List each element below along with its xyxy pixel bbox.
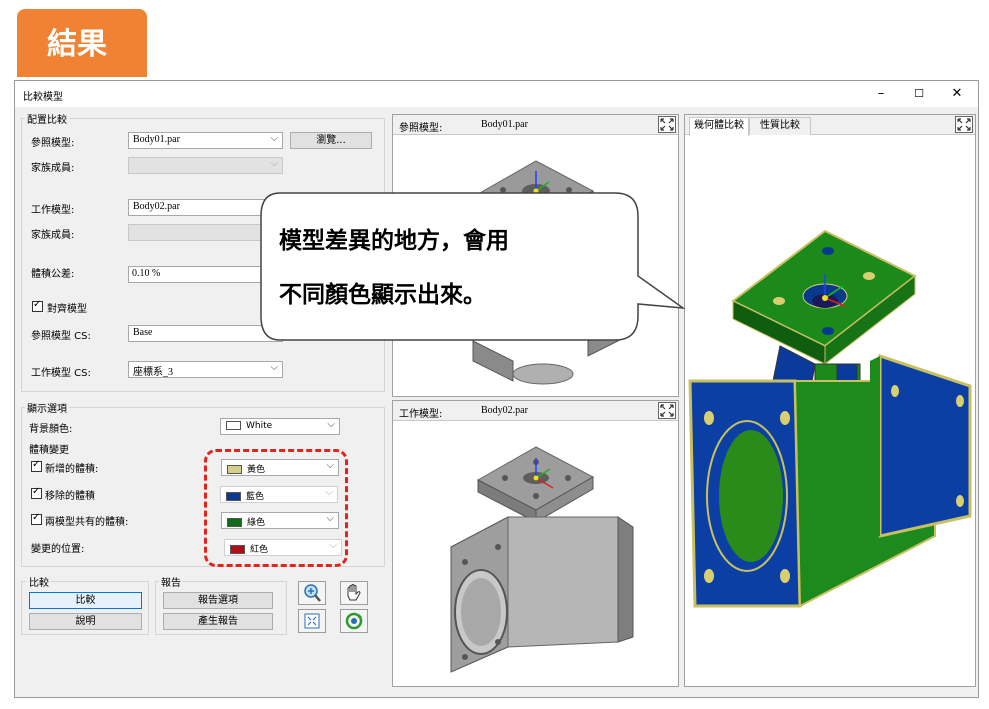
ref-cs-label: 參照模型 CS: xyxy=(31,331,91,342)
tolerance-value: 0.10 % xyxy=(132,268,161,279)
compare-models-window: 比較模型 – ☐ ✕ 配置比較 參照模型: Body01.par ⌵ 瀏覽...… xyxy=(14,80,979,698)
report-group-label: 報告 xyxy=(159,574,183,589)
pan-button[interactable] xyxy=(340,581,368,605)
added-volume-label: 新增的體積: xyxy=(45,464,99,475)
fit-view-icon xyxy=(304,613,320,629)
compare-button[interactable]: 比較 xyxy=(29,592,142,609)
bg-color-select[interactable]: White ⌵ xyxy=(220,418,340,435)
expand-view-button[interactable] xyxy=(658,402,676,419)
close-button[interactable]: ✕ xyxy=(942,84,972,104)
rotate-icon xyxy=(345,612,363,630)
browse-button[interactable]: 瀏覽... xyxy=(290,132,372,149)
work-model-viewport[interactable]: 工作模型: Body02.par xyxy=(392,400,679,687)
align-models-label: 對齊模型 xyxy=(47,304,87,315)
fit-button[interactable] xyxy=(298,609,326,633)
speech-bubble xyxy=(260,192,686,341)
chevron-down-icon: ⌵ xyxy=(270,362,278,373)
chevron-down-icon: ⌵ xyxy=(327,419,335,430)
work-viewport-file: Body02.par xyxy=(481,405,528,416)
expand-icon xyxy=(660,118,674,131)
maximize-button[interactable]: ☐ xyxy=(904,84,934,104)
expand-view-button[interactable] xyxy=(955,116,973,133)
removed-volume-label: 移除的體積 xyxy=(45,491,95,502)
reference-viewport-header: 參照模型: Body01.par xyxy=(393,115,678,135)
color-options-highlight xyxy=(204,449,348,567)
zoom-icon xyxy=(304,584,321,602)
family-member-select[interactable]: ⌵ xyxy=(128,157,283,174)
window-title: 比較模型 xyxy=(23,92,63,103)
reference-viewport-label: 參照模型: xyxy=(399,123,443,134)
common-volume-checkbox[interactable] xyxy=(31,512,42,525)
comparison-viewport[interactable]: 幾何體比較 性質比較 xyxy=(684,114,976,687)
bg-color-label: 背景顏色: xyxy=(29,424,73,435)
tab-geometry-compare[interactable]: 幾何體比較 xyxy=(689,117,749,136)
work-viewport-label: 工作模型: xyxy=(399,409,443,420)
work-model-render xyxy=(450,446,634,673)
work-cs-value: 座標系_3 xyxy=(133,367,173,378)
expand-view-button[interactable] xyxy=(658,116,676,133)
comparison-viewport-header: 幾何體比較 性質比較 xyxy=(685,115,975,136)
window-titlebar: 比較模型 – ☐ ✕ xyxy=(15,81,978,107)
changed-location-label: 變更的位置: xyxy=(31,544,85,555)
align-models-checkbox[interactable] xyxy=(32,299,43,312)
comparison-model-render xyxy=(688,229,972,608)
work-cs-select[interactable]: 座標系_3 ⌵ xyxy=(128,361,283,378)
display-group-label: 顯示選項 xyxy=(25,400,69,415)
compare-group-label: 比較 xyxy=(27,574,51,589)
expand-icon xyxy=(957,118,971,131)
family-member-2-label: 家族成員: xyxy=(31,230,75,241)
work-cs-label: 工作模型 CS: xyxy=(31,368,91,379)
added-volume-checkbox[interactable] xyxy=(31,459,42,472)
hand-pan-icon xyxy=(347,584,361,601)
section-tag: 結果 xyxy=(17,9,147,77)
ref-cs-value: Base xyxy=(133,327,153,338)
chevron-down-icon: ⌵ xyxy=(270,158,278,169)
ref-model-label: 參照模型: xyxy=(31,138,75,149)
report-options-button[interactable]: 報告選項 xyxy=(163,592,273,609)
reference-viewport-file: Body01.par xyxy=(481,119,528,130)
generate-report-button[interactable]: 產生報告 xyxy=(163,613,273,630)
ref-model-value: Body01.par xyxy=(133,134,180,145)
removed-volume-checkbox[interactable] xyxy=(31,486,42,499)
rotate-button[interactable] xyxy=(340,609,368,633)
chevron-down-icon: ⌵ xyxy=(270,133,278,144)
bg-color-swatch xyxy=(226,421,241,430)
work-viewport-header: 工作模型: Body02.par xyxy=(393,401,678,421)
callout-line-2: 不同顏色顯示出來。 xyxy=(279,282,486,308)
bg-color-value: White xyxy=(246,421,273,431)
explain-button[interactable]: 說明 xyxy=(29,613,142,630)
volume-changes-label: 體積變更 xyxy=(29,445,69,456)
tab-property-compare[interactable]: 性質比較 xyxy=(749,117,811,135)
minimize-button[interactable]: – xyxy=(866,84,896,104)
expand-icon xyxy=(660,404,674,417)
callout-line-1: 模型差異的地方，會用 xyxy=(279,228,509,254)
work-model-label: 工作模型: xyxy=(31,205,75,216)
ref-model-select[interactable]: Body01.par ⌵ xyxy=(128,132,283,149)
zoom-button[interactable] xyxy=(298,581,326,605)
config-group-label: 配置比較 xyxy=(25,111,69,126)
family-member-label: 家族成員: xyxy=(31,163,75,174)
tolerance-label: 體積公差: xyxy=(31,269,75,280)
work-model-value: Body02.par xyxy=(133,201,180,212)
section-tag-title: 結果 xyxy=(47,27,107,62)
common-volume-label: 兩模型共有的體積: xyxy=(45,517,129,528)
